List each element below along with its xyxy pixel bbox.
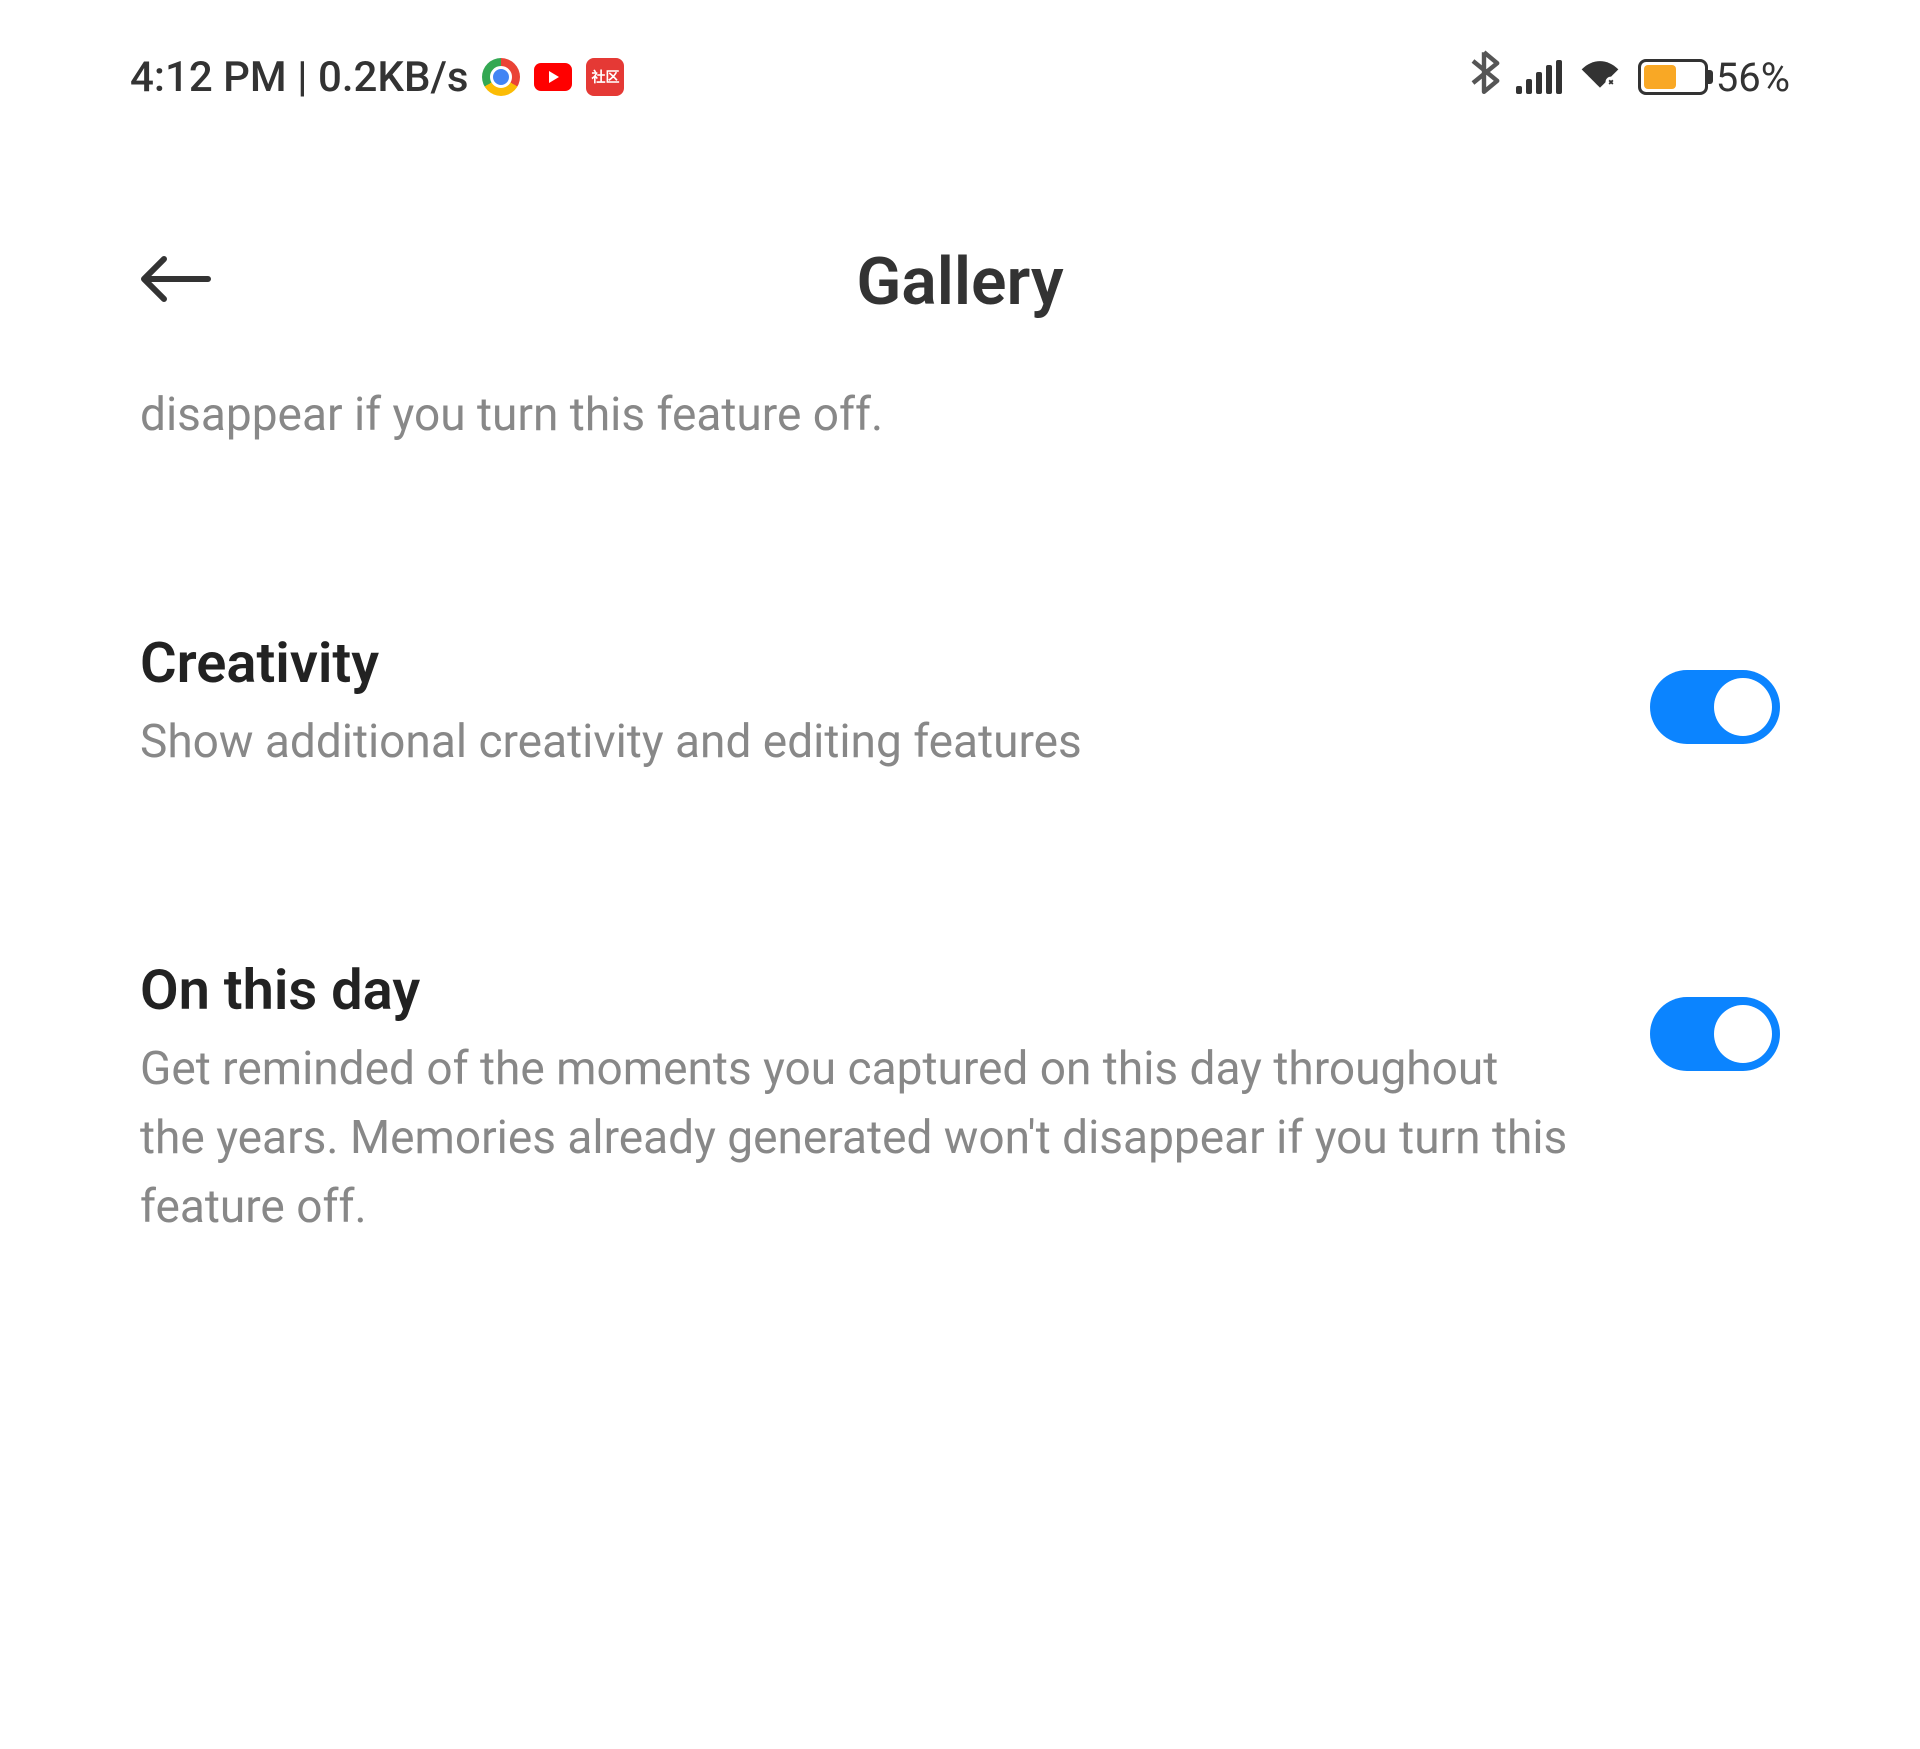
status-bar: 4:12 PM | 0.2KB/s 社区: [50, 0, 1870, 144]
page-title: Gallery: [140, 244, 1780, 321]
partial-description-text: disappear if you turn this feature off.: [140, 381, 1780, 450]
toggle-knob: [1714, 678, 1772, 736]
setting-description: Get reminded of the moments you captured…: [140, 1035, 1570, 1242]
wifi-icon: [1578, 54, 1622, 101]
cellular-signal-icon: [1516, 60, 1562, 94]
setting-creativity[interactable]: Creativity Show additional creativity an…: [140, 630, 1780, 777]
battery-percent: 56%: [1716, 54, 1790, 101]
settings-content: disappear if you turn this feature off. …: [50, 381, 1870, 1242]
on-this-day-toggle[interactable]: [1650, 997, 1780, 1071]
chrome-icon: [482, 58, 520, 96]
status-time: 4:12 PM | 0.2KB/s: [130, 53, 468, 102]
toggle-knob: [1714, 1005, 1772, 1063]
battery-indicator: 56%: [1638, 54, 1790, 101]
creativity-toggle[interactable]: [1650, 670, 1780, 744]
setting-text-block: Creativity Show additional creativity an…: [140, 630, 1570, 777]
back-button[interactable]: [140, 247, 212, 318]
setting-description: Show additional creativity and editing f…: [140, 708, 1570, 777]
page-header: Gallery: [50, 144, 1870, 381]
battery-icon: [1638, 59, 1708, 95]
miui-app-icon: 社区: [586, 58, 624, 96]
setting-title: On this day: [140, 957, 1570, 1023]
status-app-icons: 社区: [482, 58, 624, 96]
setting-title: Creativity: [140, 630, 1570, 696]
bluetooth-icon: [1468, 50, 1500, 104]
youtube-icon: [534, 63, 572, 91]
status-bar-right: 56%: [1468, 50, 1790, 104]
status-bar-left: 4:12 PM | 0.2KB/s 社区: [130, 53, 624, 102]
setting-text-block: On this day Get reminded of the moments …: [140, 957, 1570, 1242]
setting-on-this-day[interactable]: On this day Get reminded of the moments …: [140, 957, 1780, 1242]
